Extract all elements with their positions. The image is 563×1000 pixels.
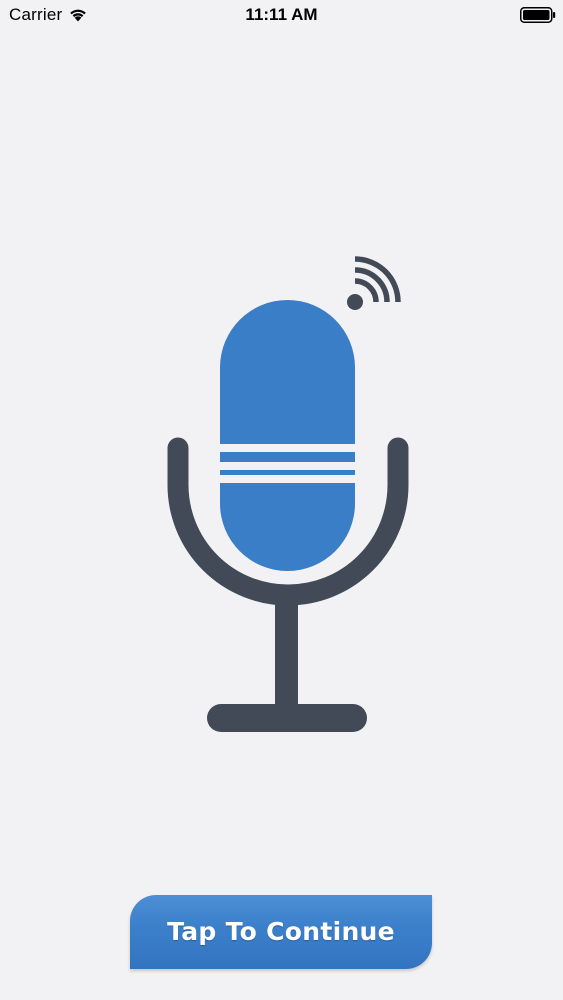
mic-stem bbox=[275, 593, 298, 711]
status-bar: Carrier 11:11 AM bbox=[0, 0, 563, 32]
mic-capsule bbox=[220, 300, 355, 571]
mic-grille-gap bbox=[216, 462, 359, 470]
tap-to-continue-button[interactable]: Tap To Continue bbox=[130, 895, 432, 969]
mic-grille-gap bbox=[216, 475, 359, 483]
battery-full-icon bbox=[520, 7, 556, 23]
microphone-icon bbox=[167, 256, 409, 732]
clock-time: 11:11 AM bbox=[245, 5, 318, 24]
mic-grille-gap bbox=[216, 444, 359, 452]
mic-base bbox=[207, 704, 367, 732]
broadcast-signal-icon bbox=[347, 256, 401, 310]
